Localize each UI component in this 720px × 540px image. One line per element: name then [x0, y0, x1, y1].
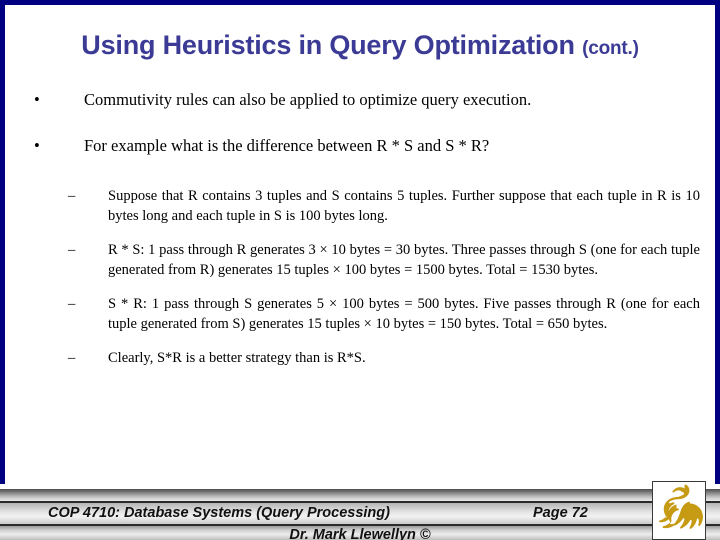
bullet-marker: •: [34, 90, 40, 109]
footer-page-number: Page 72: [533, 505, 588, 521]
bullet-item: • For example what is the difference bet…: [0, 134, 720, 158]
presentation-slide: Using Heuristics in Query Optimization (…: [0, 0, 720, 540]
footer-top-gradient-band: [0, 489, 720, 501]
footer-author-label: Dr. Mark Llewellyn ©: [289, 527, 431, 540]
sub-bullet-marker: –: [68, 188, 76, 204]
bullet-text: For example what is the difference betwe…: [84, 136, 490, 155]
slide-body: • Commutivity rules can also be applied …: [0, 88, 720, 382]
page-title-continuation: (cont.): [582, 38, 639, 59]
footer-course-label: COP 4710: Database Systems (Query Proces…: [48, 505, 390, 521]
sub-bullet-text: R * S: 1 pass through R generates 3 × 10…: [108, 242, 700, 278]
sub-bullet-item: – S * R: 1 pass through S generates 5 × …: [0, 294, 720, 334]
page-title-main: Using Heuristics in Query Optimization: [81, 30, 575, 60]
sub-bullet-marker: –: [68, 350, 76, 366]
sub-bullet-item: – Clearly, S*R is a better strategy than…: [0, 348, 720, 368]
logo-container: [652, 481, 706, 540]
slide-border-top: [0, 0, 720, 5]
bullet-item: • Commutivity rules can also be applied …: [0, 88, 720, 112]
sub-bullet-item: – Suppose that R contains 3 tuples and S…: [0, 186, 720, 226]
sub-bullet-item: – R * S: 1 pass through R generates 3 × …: [0, 240, 720, 280]
slide-footer: COP 4710: Database Systems (Query Proces…: [0, 484, 720, 540]
page-title: Using Heuristics in Query Optimization (…: [0, 30, 720, 61]
sub-bullet-text: Clearly, S*R is a better strategy than i…: [108, 350, 366, 366]
bullet-text: Commutivity rules can also be applied to…: [84, 90, 532, 109]
sub-bullet-text: Suppose that R contains 3 tuples and S c…: [108, 188, 700, 224]
sub-bullet-marker: –: [68, 242, 76, 258]
sub-bullet-text: S * R: 1 pass through S generates 5 × 10…: [108, 296, 700, 332]
ucf-pegasus-logo-icon: [653, 482, 705, 538]
sub-bullet-marker: –: [68, 296, 76, 312]
bullet-marker: •: [34, 136, 40, 155]
